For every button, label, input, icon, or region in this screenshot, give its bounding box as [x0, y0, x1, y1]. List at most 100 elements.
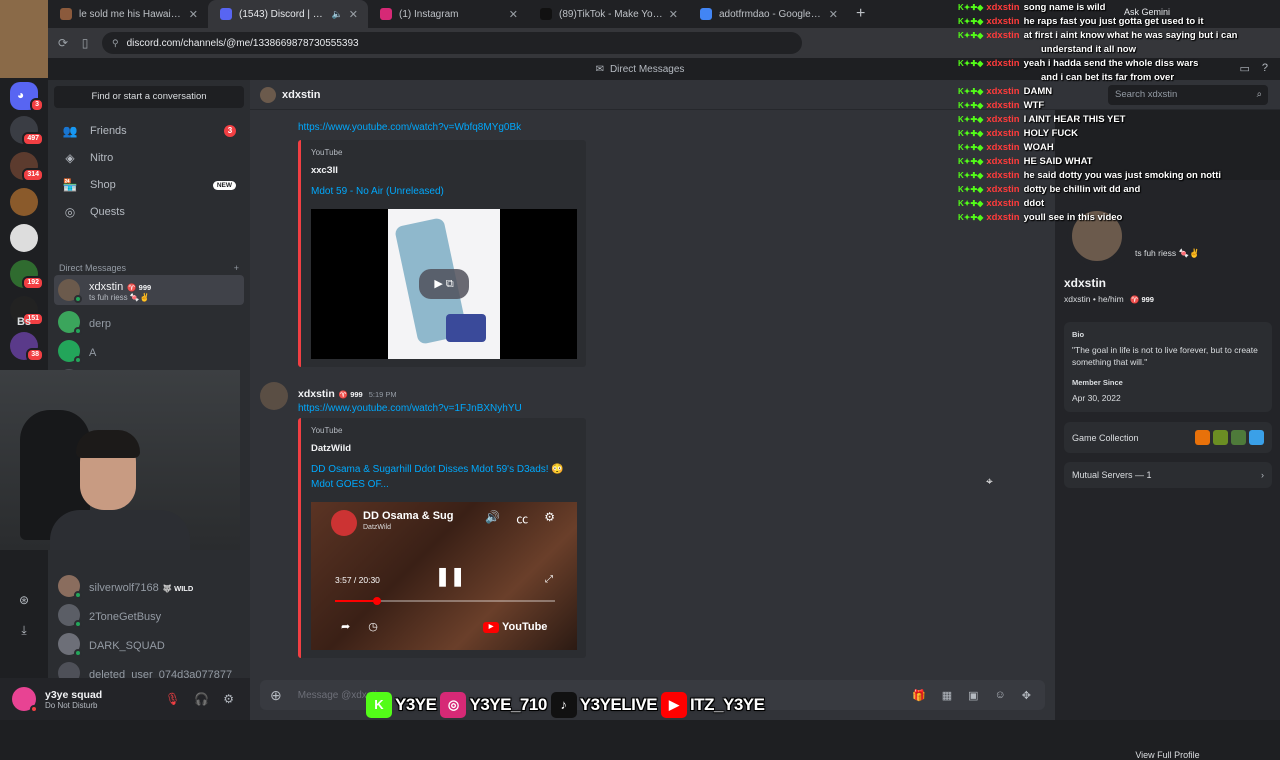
dnd-status-icon [30, 705, 38, 713]
friends-icon: 👥 [62, 124, 78, 138]
progress-knob[interactable] [372, 597, 381, 605]
tab-favicon-icon [380, 8, 392, 20]
online-status-icon [74, 591, 82, 599]
game-collection-card[interactable]: Game Collection [1064, 422, 1272, 453]
embed-author[interactable]: ххсЗІІ [311, 165, 576, 176]
emoji-icon[interactable]: ☺ [995, 689, 1006, 702]
server-initials[interactable]: Bs [10, 316, 38, 328]
gift-icon[interactable]: 🎁 [912, 689, 926, 702]
profile-about-card: Bio "The goal in life is not to live for… [1064, 322, 1272, 412]
dm-item[interactable]: DARK_SQUAD [54, 629, 244, 659]
game-icon [1213, 430, 1228, 445]
nav-quests[interactable]: ◎ Quests [54, 199, 244, 225]
server-icon[interactable] [10, 224, 38, 252]
chat-username: xdxstin [986, 212, 1020, 223]
dm-item[interactable]: xdxstin ♈ 999 ts fuh riess 🍬✌️ [54, 275, 244, 305]
attach-icon[interactable]: ⊕ [270, 687, 282, 704]
site-info-icon[interactable]: ⚲ [112, 38, 119, 49]
gif-icon[interactable]: ▦ [942, 689, 952, 702]
tab-close-icon[interactable]: ✕ [829, 8, 838, 21]
view-full-profile-button[interactable]: View Full Profile [1055, 750, 1280, 760]
new-badge: NEW [212, 180, 236, 190]
social-handles-bar: K Y3YE ◎ Y3YE_710 ♪ Y3YELIVE ▶ ITZ_Y3YE [366, 690, 765, 720]
user-avatar[interactable] [12, 687, 38, 713]
nav-nitro[interactable]: ◈ Nitro [54, 145, 244, 171]
youtube-logo-text: YouTube [502, 621, 548, 633]
youtube-logo[interactable]: ▶ YouTube [483, 621, 547, 633]
side-panel-icon[interactable]: ▯ [74, 36, 96, 50]
duration: 20:30 [358, 575, 380, 585]
headphones-icon[interactable]: 🎧 [194, 692, 209, 706]
mutual-servers-card[interactable]: Mutual Servers — 1 › [1064, 462, 1272, 488]
mouse-cursor-icon: ⌖ [986, 474, 993, 488]
chat-username: xdxstin [986, 86, 1020, 97]
browser-tab[interactable]: (1543) Discord | @xdxstin 🔈 ✕ [208, 0, 368, 28]
sticker-icon[interactable]: ▣ [968, 689, 978, 702]
message-link[interactable]: https://www.youtube.com/watch?v=Wbfq8MYg… [298, 122, 521, 133]
create-dm-icon[interactable]: + [234, 263, 239, 273]
explore-icon[interactable]: ⊛ [10, 593, 38, 607]
tab-close-icon[interactable]: ✕ [189, 8, 198, 21]
tab-close-icon[interactable]: ✕ [669, 8, 678, 21]
nav-friends[interactable]: 👥 Friends 3 [54, 118, 244, 144]
social-platform-icon: ▶ [661, 692, 688, 718]
mute-icon[interactable]: 🎙 [165, 692, 180, 706]
video-thumbnail[interactable]: ▶ ⧉ [311, 209, 577, 359]
apps-icon[interactable]: ✥ [1022, 689, 1031, 702]
dm-name-row: silverwolf7168 🐺 WILD [89, 579, 193, 594]
embed-title[interactable]: Mdot 59 - No Air (Unreleased) [311, 184, 576, 199]
nav-shop[interactable]: 🏪 Shop NEW [54, 172, 244, 198]
dm-item[interactable]: silverwolf7168 🐺 WILD [54, 571, 244, 601]
tab-close-icon[interactable]: ✕ [509, 8, 518, 21]
tab-mute-icon[interactable]: 🔈 [332, 9, 343, 20]
browser-tab[interactable]: (89)TikTok - Make Your Day ✕ [528, 0, 688, 28]
play-video-button[interactable]: ▶ ⧉ [419, 269, 469, 299]
captions-icon[interactable]: ㏄ [516, 510, 528, 527]
browser-tab[interactable]: le sold me his Hawaiian r ✕ [48, 0, 208, 28]
new-tab-button[interactable]: + [856, 5, 865, 23]
pause-button[interactable]: ❚❚ [435, 566, 465, 587]
dm-item[interactable]: derp [54, 307, 244, 337]
player-title[interactable]: DD Osama & Sug [363, 510, 453, 522]
progress-bar[interactable] [335, 597, 555, 605]
stream-chat-line: K✦✚◆ xdxstin I AINT HEAR THIS YET [958, 114, 1125, 125]
dm-item[interactable]: A [54, 336, 244, 366]
dm-name-row: A [89, 344, 96, 359]
share-icon[interactable]: ➦ [341, 620, 350, 633]
address-bar[interactable]: ⚲ discord.com/channels/@me/1338669878730… [102, 32, 802, 54]
server-icon[interactable] [10, 188, 38, 216]
home-button[interactable]: ◕ 3 [10, 82, 44, 112]
server-icon[interactable]: 38 [10, 332, 44, 362]
reload-icon[interactable]: ⟳ [52, 36, 74, 50]
fullscreen-icon[interactable]: ⤢ [545, 574, 553, 585]
video-player[interactable]: DD Osama & Sug DatzWild 🔊 ㏄ ⚙ 3:57 / 20:… [311, 502, 577, 650]
server-icon[interactable]: 192 [10, 260, 44, 290]
message-link[interactable]: https://www.youtube.com/watch?v=1FJnBXNy… [298, 403, 522, 414]
stream-chat-line: K✦✚◆ xdxstin youll see in this video [958, 212, 1122, 223]
server-mention-badge: 192 [22, 276, 44, 290]
dm-header-label: Direct Messages [59, 263, 127, 273]
download-icon[interactable]: ⤓ [10, 623, 38, 638]
dm-text: A [89, 344, 96, 359]
embed-author[interactable]: DatzWild [311, 443, 576, 454]
settings-icon[interactable]: ⚙ [544, 510, 555, 527]
tab-title: (89)TikTok - Make Your Day [559, 8, 663, 20]
embed-title[interactable]: DD Osama & Sugarhill Ddot Disses Mdot 59… [311, 462, 576, 492]
message-author[interactable]: xdxstin [298, 388, 335, 400]
channel-avatar[interactable] [331, 510, 357, 536]
browser-tab[interactable]: adotfrmdao - Google Search ✕ [688, 0, 848, 28]
server-icon[interactable]: 314 [10, 152, 44, 182]
browser-tab[interactable]: (1) Instagram ✕ [368, 0, 528, 28]
shop-icon: 🏪 [62, 178, 78, 192]
settings-gear-icon[interactable]: ⚙ [223, 692, 234, 706]
server-icon[interactable]: 497 [10, 116, 44, 146]
dm-name: silverwolf7168 [89, 581, 159, 594]
social-handle-text: Y3YE_710 [469, 695, 547, 714]
watch-later-icon[interactable]: ◷ [368, 620, 378, 633]
message-avatar[interactable] [260, 382, 288, 410]
find-conversation-button[interactable]: Find or start a conversation [54, 86, 244, 108]
tab-close-icon[interactable]: ✕ [349, 8, 358, 21]
dm-item[interactable]: 2ToneGetBusy [54, 600, 244, 630]
nav-label: Quests [90, 206, 125, 218]
volume-icon[interactable]: 🔊 [485, 510, 500, 527]
